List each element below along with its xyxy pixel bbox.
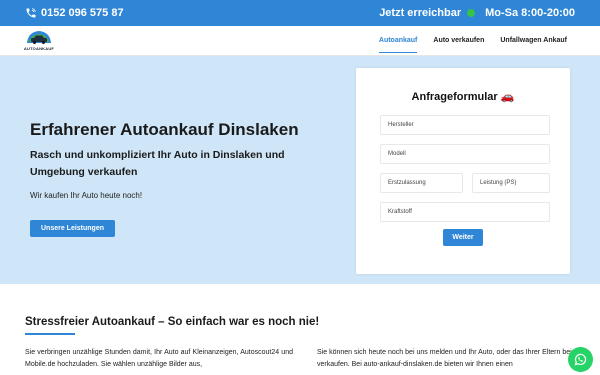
top-contact-bar: 0152 096 575 87 Jetzt erreichbar Mo-Sa 8… xyxy=(0,0,600,26)
nav-item-unfallwagen-ankauf[interactable]: Unfallwagen Ankauf xyxy=(492,26,575,56)
availability-info: Jetzt erreichbar Mo-Sa 8:00-20:00 xyxy=(379,7,575,19)
hero-tagline: Wir kaufen Ihr Auto heute noch! xyxy=(30,191,143,200)
inquiry-form: Anfrageformular 🚗 Hersteller Modell Erst… xyxy=(356,68,570,274)
intro-paragraph-right: Sie können sich heute noch bei uns melde… xyxy=(317,349,585,368)
nav-menu: Autoankauf Auto verkaufen Unfallwagen An… xyxy=(371,26,575,56)
online-status-icon xyxy=(467,9,476,17)
form-title: Anfrageformular 🚗 xyxy=(411,91,515,103)
nav-item-autoankauf[interactable]: Autoankauf xyxy=(371,26,426,56)
next-button[interactable]: Weiter xyxy=(443,229,483,246)
car-logo-icon xyxy=(27,30,51,44)
section-divider xyxy=(25,333,75,335)
availability-text: Jetzt erreichbar xyxy=(379,7,462,19)
section-title: Stressfreier Autoankauf – So einfach war… xyxy=(25,316,320,328)
manufacturer-field[interactable]: Hersteller xyxy=(380,115,550,135)
power-field[interactable]: Leistung (PS) xyxy=(472,173,550,193)
services-button[interactable]: Unsere Leistungen xyxy=(30,220,115,237)
hero-title: Erfahrener Autoankauf Dinslaken xyxy=(30,120,299,139)
nav-item-auto-verkaufen[interactable]: Auto verkaufen xyxy=(425,26,492,56)
phone-icon xyxy=(26,8,36,18)
model-field[interactable]: Modell xyxy=(380,144,550,164)
fuel-field[interactable]: Kraftstoff xyxy=(380,202,550,222)
first-registration-field[interactable]: Erstzulassung xyxy=(380,173,463,193)
main-navigation: AUTOANKAUF Autoankauf Auto verkaufen Unf… xyxy=(0,26,600,56)
opening-hours: Mo-Sa 8:00-20:00 xyxy=(485,7,575,19)
hero-subtitle: Rasch und unkompliziert Ihr Auto in Dins… xyxy=(30,149,285,178)
whatsapp-icon xyxy=(574,353,587,366)
intro-paragraph-left: Sie verbringen unzählige Stunden damit, … xyxy=(25,349,293,368)
logo-text: AUTOANKAUF xyxy=(23,45,55,51)
logo[interactable]: AUTOANKAUF xyxy=(23,30,55,52)
whatsapp-button[interactable] xyxy=(568,347,593,372)
phone-link[interactable]: 0152 096 575 87 xyxy=(25,7,124,19)
phone-number[interactable]: 0152 096 575 87 xyxy=(41,7,124,19)
